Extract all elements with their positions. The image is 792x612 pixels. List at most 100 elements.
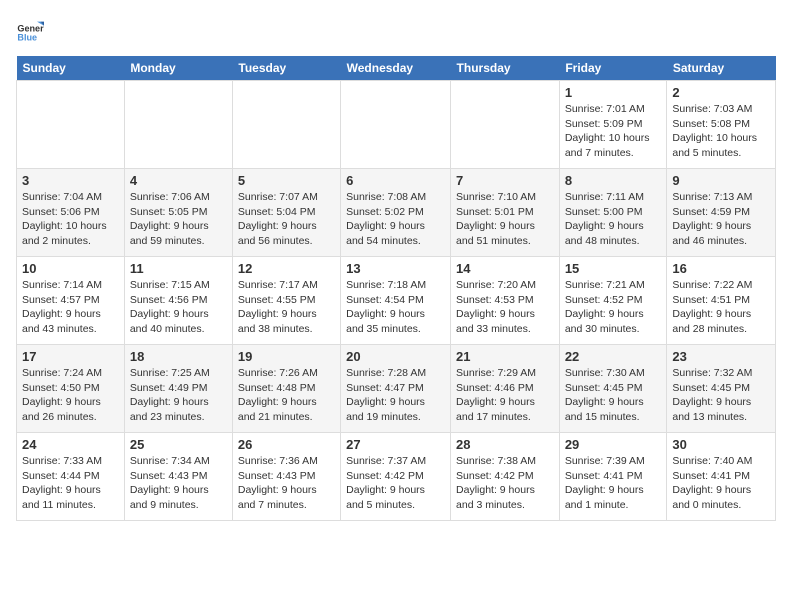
- calendar-day-cell: 12 Sunrise: 7:17 AMSunset: 4:55 PMDayligh…: [232, 257, 340, 345]
- day-info: Sunrise: 7:29 AMSunset: 4:46 PMDaylight:…: [456, 366, 554, 425]
- day-info: Sunrise: 7:14 AMSunset: 4:57 PMDaylight:…: [22, 278, 119, 337]
- day-header-thursday: Thursday: [451, 56, 560, 81]
- calendar-header-row: SundayMondayTuesdayWednesdayThursdayFrid…: [17, 56, 776, 81]
- day-number: 21: [456, 349, 554, 364]
- day-number: 4: [130, 173, 227, 188]
- day-number: 2: [672, 85, 770, 100]
- calendar-day-cell: 29 Sunrise: 7:39 AMSunset: 4:41 PMDayligh…: [559, 433, 667, 521]
- calendar-day-cell: 9Sunrise: 7:13 AMSunset: 4:59 PMDaylight…: [667, 169, 776, 257]
- calendar-day-cell: 21 Sunrise: 7:29 AMSunset: 4:46 PMDayligh…: [451, 345, 560, 433]
- day-number: 19: [238, 349, 335, 364]
- calendar-day-cell: 1 Sunrise: 7:01 AMSunset: 5:09 PMDaylight…: [559, 81, 667, 169]
- page-header: General Blue: [16, 16, 776, 44]
- calendar-day-cell: [17, 81, 125, 169]
- calendar-day-cell: 3Sunrise: 7:04 AMSunset: 5:06 PMDaylight…: [17, 169, 125, 257]
- day-info: Sunrise: 7:11 AMSunset: 5:00 PMDaylight:…: [565, 190, 662, 249]
- calendar-day-cell: 6 Sunrise: 7:08 AMSunset: 5:02 PMDaylight…: [341, 169, 451, 257]
- day-info: Sunrise: 7:30 AMSunset: 4:45 PMDaylight:…: [565, 366, 662, 425]
- day-info: Sunrise: 7:34 AMSunset: 4:43 PMDaylight:…: [130, 454, 227, 513]
- calendar-day-cell: 18Sunrise: 7:25 AMSunset: 4:49 PMDayligh…: [124, 345, 232, 433]
- calendar-day-cell: 27 Sunrise: 7:37 AMSunset: 4:42 PMDayligh…: [341, 433, 451, 521]
- calendar-day-cell: 5Sunrise: 7:07 AMSunset: 5:04 PMDaylight…: [232, 169, 340, 257]
- day-number: 26: [238, 437, 335, 452]
- day-header-monday: Monday: [124, 56, 232, 81]
- day-number: 14: [456, 261, 554, 276]
- day-info: Sunrise: 7:06 AMSunset: 5:05 PMDaylight:…: [130, 190, 227, 249]
- day-info: Sunrise: 7:03 AMSunset: 5:08 PMDaylight:…: [672, 102, 770, 161]
- calendar-day-cell: 16 Sunrise: 7:22 AMSunset: 4:51 PMDayligh…: [667, 257, 776, 345]
- calendar-table: SundayMondayTuesdayWednesdayThursdayFrid…: [16, 56, 776, 521]
- calendar-day-cell: 14 Sunrise: 7:20 AMSunset: 4:53 PMDayligh…: [451, 257, 560, 345]
- calendar-day-cell: 8Sunrise: 7:11 AMSunset: 5:00 PMDaylight…: [559, 169, 667, 257]
- day-info: Sunrise: 7:17 AMSunset: 4:55 PMDaylight:…: [238, 278, 335, 337]
- calendar-day-cell: 28 Sunrise: 7:38 AMSunset: 4:42 PMDayligh…: [451, 433, 560, 521]
- logo: General Blue: [16, 16, 46, 44]
- day-number: 30: [672, 437, 770, 452]
- day-number: 27: [346, 437, 445, 452]
- day-info: Sunrise: 7:10 AMSunset: 5:01 PMDaylight:…: [456, 190, 554, 249]
- day-number: 6: [346, 173, 445, 188]
- day-info: Sunrise: 7:15 AMSunset: 4:56 PMDaylight:…: [130, 278, 227, 337]
- day-number: 7: [456, 173, 554, 188]
- day-info: Sunrise: 7:32 AMSunset: 4:45 PMDaylight:…: [672, 366, 770, 425]
- day-info: Sunrise: 7:01 AMSunset: 5:09 PMDaylight:…: [565, 102, 662, 161]
- day-info: Sunrise: 7:36 AMSunset: 4:43 PMDaylight:…: [238, 454, 335, 513]
- day-number: 22: [565, 349, 662, 364]
- calendar-week-row: 1 Sunrise: 7:01 AMSunset: 5:09 PMDaylight…: [17, 81, 776, 169]
- day-number: 9: [672, 173, 770, 188]
- day-header-sunday: Sunday: [17, 56, 125, 81]
- day-number: 29: [565, 437, 662, 452]
- day-number: 15: [565, 261, 662, 276]
- calendar-day-cell: 24 Sunrise: 7:33 AMSunset: 4:44 PMDayligh…: [17, 433, 125, 521]
- day-number: 10: [22, 261, 119, 276]
- calendar-week-row: 17 Sunrise: 7:24 AMSunset: 4:50 PMDayligh…: [17, 345, 776, 433]
- day-info: Sunrise: 7:37 AMSunset: 4:42 PMDaylight:…: [346, 454, 445, 513]
- day-number: 17: [22, 349, 119, 364]
- calendar-day-cell: 10 Sunrise: 7:14 AMSunset: 4:57 PMDayligh…: [17, 257, 125, 345]
- calendar-day-cell: 20Sunrise: 7:28 AMSunset: 4:47 PMDayligh…: [341, 345, 451, 433]
- day-number: 18: [130, 349, 227, 364]
- calendar-day-cell: [451, 81, 560, 169]
- day-number: 3: [22, 173, 119, 188]
- day-info: Sunrise: 7:08 AMSunset: 5:02 PMDaylight:…: [346, 190, 445, 249]
- day-info: Sunrise: 7:20 AMSunset: 4:53 PMDaylight:…: [456, 278, 554, 337]
- day-info: Sunrise: 7:33 AMSunset: 4:44 PMDaylight:…: [22, 454, 119, 513]
- calendar-day-cell: 23 Sunrise: 7:32 AMSunset: 4:45 PMDayligh…: [667, 345, 776, 433]
- day-number: 28: [456, 437, 554, 452]
- calendar-day-cell: 19 Sunrise: 7:26 AMSunset: 4:48 PMDayligh…: [232, 345, 340, 433]
- calendar-day-cell: 7 Sunrise: 7:10 AMSunset: 5:01 PMDaylight…: [451, 169, 560, 257]
- day-number: 20: [346, 349, 445, 364]
- day-number: 13: [346, 261, 445, 276]
- calendar-day-cell: 11 Sunrise: 7:15 AMSunset: 4:56 PMDayligh…: [124, 257, 232, 345]
- day-info: Sunrise: 7:21 AMSunset: 4:52 PMDaylight:…: [565, 278, 662, 337]
- calendar-week-row: 10 Sunrise: 7:14 AMSunset: 4:57 PMDayligh…: [17, 257, 776, 345]
- day-header-wednesday: Wednesday: [341, 56, 451, 81]
- calendar-day-cell: 2 Sunrise: 7:03 AMSunset: 5:08 PMDaylight…: [667, 81, 776, 169]
- calendar-week-row: 3Sunrise: 7:04 AMSunset: 5:06 PMDaylight…: [17, 169, 776, 257]
- calendar-day-cell: 25 Sunrise: 7:34 AMSunset: 4:43 PMDayligh…: [124, 433, 232, 521]
- calendar-day-cell: 17 Sunrise: 7:24 AMSunset: 4:50 PMDayligh…: [17, 345, 125, 433]
- day-info: Sunrise: 7:22 AMSunset: 4:51 PMDaylight:…: [672, 278, 770, 337]
- day-number: 23: [672, 349, 770, 364]
- day-number: 5: [238, 173, 335, 188]
- calendar-week-row: 24 Sunrise: 7:33 AMSunset: 4:44 PMDayligh…: [17, 433, 776, 521]
- svg-text:Blue: Blue: [17, 33, 37, 43]
- day-number: 16: [672, 261, 770, 276]
- day-number: 24: [22, 437, 119, 452]
- logo-icon: General Blue: [16, 16, 44, 44]
- day-number: 12: [238, 261, 335, 276]
- calendar-day-cell: [232, 81, 340, 169]
- day-info: Sunrise: 7:39 AMSunset: 4:41 PMDaylight:…: [565, 454, 662, 513]
- day-number: 1: [565, 85, 662, 100]
- day-header-friday: Friday: [559, 56, 667, 81]
- calendar-day-cell: 13 Sunrise: 7:18 AMSunset: 4:54 PMDayligh…: [341, 257, 451, 345]
- day-header-tuesday: Tuesday: [232, 56, 340, 81]
- day-info: Sunrise: 7:26 AMSunset: 4:48 PMDaylight:…: [238, 366, 335, 425]
- day-number: 25: [130, 437, 227, 452]
- calendar-day-cell: 26 Sunrise: 7:36 AMSunset: 4:43 PMDayligh…: [232, 433, 340, 521]
- day-number: 11: [130, 261, 227, 276]
- day-info: Sunrise: 7:40 AMSunset: 4:41 PMDaylight:…: [672, 454, 770, 513]
- day-info: Sunrise: 7:24 AMSunset: 4:50 PMDaylight:…: [22, 366, 119, 425]
- day-info: Sunrise: 7:18 AMSunset: 4:54 PMDaylight:…: [346, 278, 445, 337]
- day-info: Sunrise: 7:38 AMSunset: 4:42 PMDaylight:…: [456, 454, 554, 513]
